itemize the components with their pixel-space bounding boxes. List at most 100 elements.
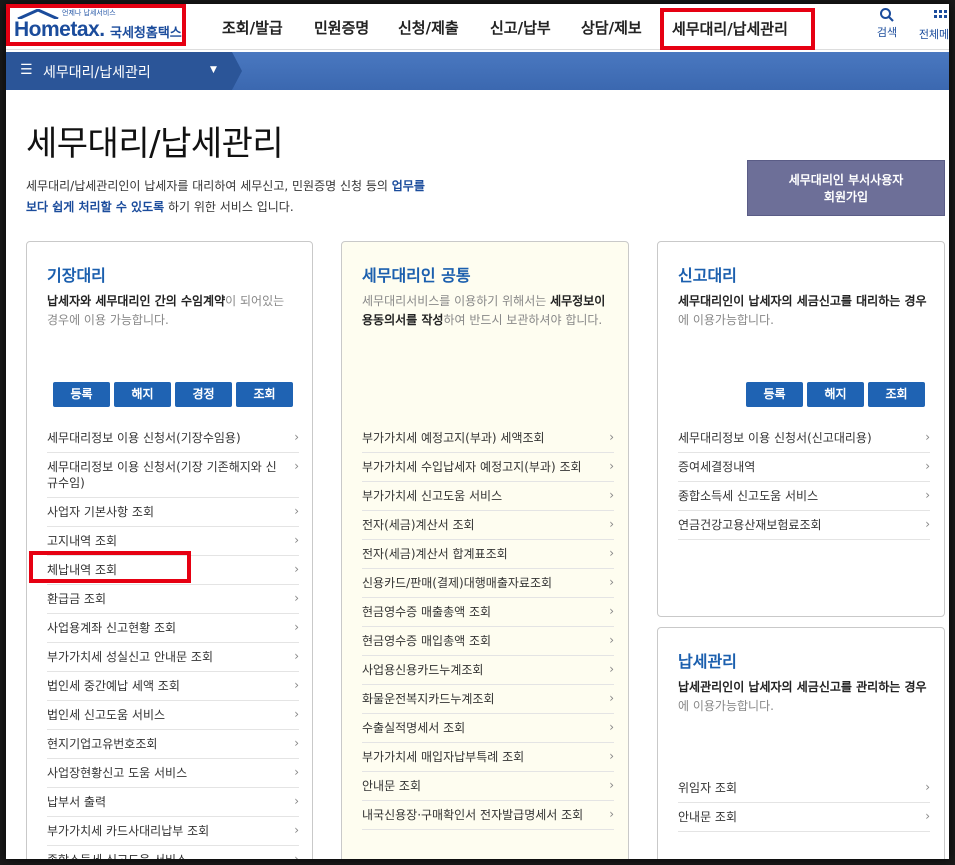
chevron-right-icon: › (609, 662, 614, 676)
list-item-label: 사업용계좌 신고현황 조회 (47, 621, 177, 635)
list-item[interactable]: 사업용신용카드누계조회 › (362, 656, 614, 685)
list-item[interactable]: 내국신용장·구매확인서 전자발급명세서 조회 › (362, 801, 614, 830)
list-item[interactable]: 부가가치세 성실신고 안내문 조회 › (47, 643, 299, 672)
chevron-right-icon: › (294, 707, 299, 721)
list-item[interactable]: 화물운전복지카드누계조회 › (362, 685, 614, 714)
card-agent-common: 세무대리인 공통 세무대리서비스를 이용하기 위해서는 세무정보이용동의서를 작… (341, 241, 629, 859)
card-title: 납세관리 (678, 652, 737, 671)
list-item-label: 사업장현황신고 도움 서비스 (47, 766, 188, 780)
card-title: 신고대리 (678, 266, 737, 285)
list-item-label: 부가가치세 신고도움 서비스 (362, 489, 503, 503)
list-item[interactable]: 연금건강고용산재보험료조회 › (678, 511, 930, 540)
nav-report-pay[interactable]: 신고/납부 (490, 17, 551, 38)
desc-rest: 에 이용가능합니다. (678, 699, 774, 713)
chevron-right-icon: › (294, 765, 299, 779)
logo-text-en: Hometax. (14, 18, 105, 41)
list-item-label: 전자(세금)계산서 합계표조회 (362, 547, 508, 561)
chevron-right-icon: › (294, 678, 299, 692)
list-item-label: 부가가치세 카드사대리납부 조회 (47, 824, 210, 838)
list-item-label: 고지내역 조회 (47, 534, 118, 548)
lookup-button[interactable]: 조회 (236, 382, 293, 407)
hometax-logo[interactable]: 언제나 납세서비스 Hometax. 국세청홈택스 (6, 4, 186, 46)
nav-lookup-issue[interactable]: 조회/발급 (222, 17, 283, 38)
list-item[interactable]: 법인세 신고도움 서비스 › (47, 701, 299, 730)
list-item[interactable]: 현금영수증 매출총액 조회 › (362, 598, 614, 627)
list-item[interactable]: 세무대리정보 이용 신청서(신고대리용) › (678, 424, 930, 453)
list-item[interactable]: 수출실적명세서 조회 › (362, 714, 614, 743)
list-item[interactable]: 안내문 조회 › (362, 772, 614, 801)
lookup-button[interactable]: 조회 (868, 382, 925, 407)
search-button[interactable]: 검색 (872, 6, 902, 40)
chevron-right-icon: › (609, 517, 614, 531)
grid-menu-icon (934, 10, 947, 18)
service-list: 세무대리정보 이용 신청서(기장수임용) › 세무대리정보 이용 신청서(기장 기존… (47, 424, 299, 859)
chevron-right-icon: › (609, 459, 614, 473)
list-item[interactable]: 신용카드/판매(결제)대행매출자료조회 › (362, 569, 614, 598)
search-label: 검색 (876, 26, 898, 39)
list-item-label: 안내문 조회 (362, 779, 422, 793)
list-item[interactable]: 법인세 중간예납 세액 조회 › (47, 672, 299, 701)
signup-line-2: 회원가입 (823, 190, 869, 204)
cancel-button[interactable]: 해지 (807, 382, 864, 407)
list-item-label: 납부서 출력 (47, 795, 107, 809)
chevron-right-icon: › (925, 517, 930, 531)
logo-tagline: 언제나 납세서비스 (62, 9, 116, 17)
list-item[interactable]: 전자(세금)계산서 조회 › (362, 511, 614, 540)
list-item[interactable]: 납부서 출력 › (47, 788, 299, 817)
list-item[interactable]: 사업장현황신고 도움 서비스 › (47, 759, 299, 788)
chevron-right-icon: › (925, 780, 930, 794)
list-item[interactable]: 부가가치세 카드사대리납부 조회 › (47, 817, 299, 846)
nav-tax-agent[interactable]: 세무대리/납세관리 (660, 8, 815, 50)
nav-apply-submit[interactable]: 신청/제출 (398, 17, 459, 38)
card-description: 납세관리인이 납세자의 세금신고를 관리하는 경우에 이용가능합니다. (678, 678, 928, 716)
list-item[interactable]: 위임자 조회 › (678, 774, 930, 803)
cancel-button[interactable]: 해지 (114, 382, 171, 407)
list-item[interactable]: 세무대리정보 이용 신청서(기장수임용) › (47, 424, 299, 453)
hamburger-icon: ☰ (20, 62, 33, 78)
list-item[interactable]: 환급금 조회 › (47, 585, 299, 614)
register-button[interactable]: 등록 (53, 382, 110, 407)
list-item[interactable]: 현지기업고유번호조회 › (47, 730, 299, 759)
dept-user-signup-button[interactable]: 세무대리인 부서사용자 회원가입 (747, 160, 945, 216)
desc-text-1: 세무대리/납세관리인이 납세자를 대리하여 세무신고, 민원증명 신청 등의 (26, 179, 392, 193)
list-item[interactable]: 사업자 기본사항 조회 › (47, 498, 299, 527)
list-item[interactable]: 부가가치세 신고도움 서비스 › (362, 482, 614, 511)
list-item-label: 현금영수증 매출총액 조회 (362, 605, 492, 619)
service-list: 부가가치세 예정고지(부과) 세액조회 › 부가가치세 수입납세자 예정고지(부과)… (362, 424, 614, 830)
list-item[interactable]: 사업용계좌 신고현황 조회 › (47, 614, 299, 643)
chevron-right-icon: › (294, 504, 299, 518)
card-description: 세무대리서비스를 이용하기 위해서는 세무정보이용동의서를 작성하여 반드시 보… (362, 292, 612, 330)
correct-button[interactable]: 경정 (175, 382, 232, 407)
list-item[interactable]: 전자(세금)계산서 합계표조회 › (362, 540, 614, 569)
list-item-label: 화물운전복지카드누계조회 (362, 692, 495, 706)
desc-highlight-2: 보다 쉽게 처리할 수 있도록 (26, 200, 165, 214)
chevron-right-icon: › (609, 720, 614, 734)
list-item[interactable]: 안내문 조회 › (678, 803, 930, 832)
list-item[interactable]: 종합소득세 신고도움 서비스 › (678, 482, 930, 511)
all-menu-button[interactable]: 전체메 (914, 6, 949, 42)
list-item-label: 전자(세금)계산서 조회 (362, 518, 475, 532)
chevron-right-icon: › (294, 459, 299, 473)
list-item-label: 세무대리정보 이용 신청서(기장수임용) (47, 431, 241, 445)
list-item-label: 수출실적명세서 조회 (362, 721, 466, 735)
chevron-right-icon: › (294, 852, 299, 859)
chevron-right-icon: › (609, 691, 614, 705)
signup-line-1: 세무대리인 부서사용자 (788, 173, 904, 187)
desc-bold: 납세관리인이 납세자의 세금신고를 관리하는 경우 (678, 680, 927, 694)
nav-consult-report[interactable]: 상담/제보 (581, 17, 642, 38)
list-item-label: 부가가치세 성실신고 안내문 조회 (47, 650, 214, 664)
list-item[interactable]: 부가가치세 수입납세자 예정고지(부과) 조회 › (362, 453, 614, 482)
list-item[interactable]: 증여세결정내역 › (678, 453, 930, 482)
list-item[interactable]: 종합소득세 신고도움 서비스 › (47, 846, 299, 859)
list-item[interactable]: 현금영수증 매입총액 조회 › (362, 627, 614, 656)
breadcrumb[interactable]: ☰ 세무대리/납세관리 ▼ (6, 52, 242, 90)
nav-civil-certificate[interactable]: 민원증명 (314, 17, 369, 38)
list-item[interactable]: 부가가치세 매입자납부특례 조회 › (362, 743, 614, 772)
list-item[interactable]: 부가가치세 예정고지(부과) 세액조회 › (362, 424, 614, 453)
service-list: 세무대리정보 이용 신청서(신고대리용) › 증여세결정내역 › 종합소득세 신고도움 … (678, 424, 930, 540)
chevron-right-icon: › (925, 459, 930, 473)
list-item[interactable]: 세무대리정보 이용 신청서(기장 기존해지와 신규수임) › (47, 453, 299, 498)
register-button[interactable]: 등록 (746, 382, 803, 407)
list-item-label: 법인세 중간예납 세액 조회 (47, 679, 180, 693)
list-item-label: 현금영수증 매입총액 조회 (362, 634, 492, 648)
